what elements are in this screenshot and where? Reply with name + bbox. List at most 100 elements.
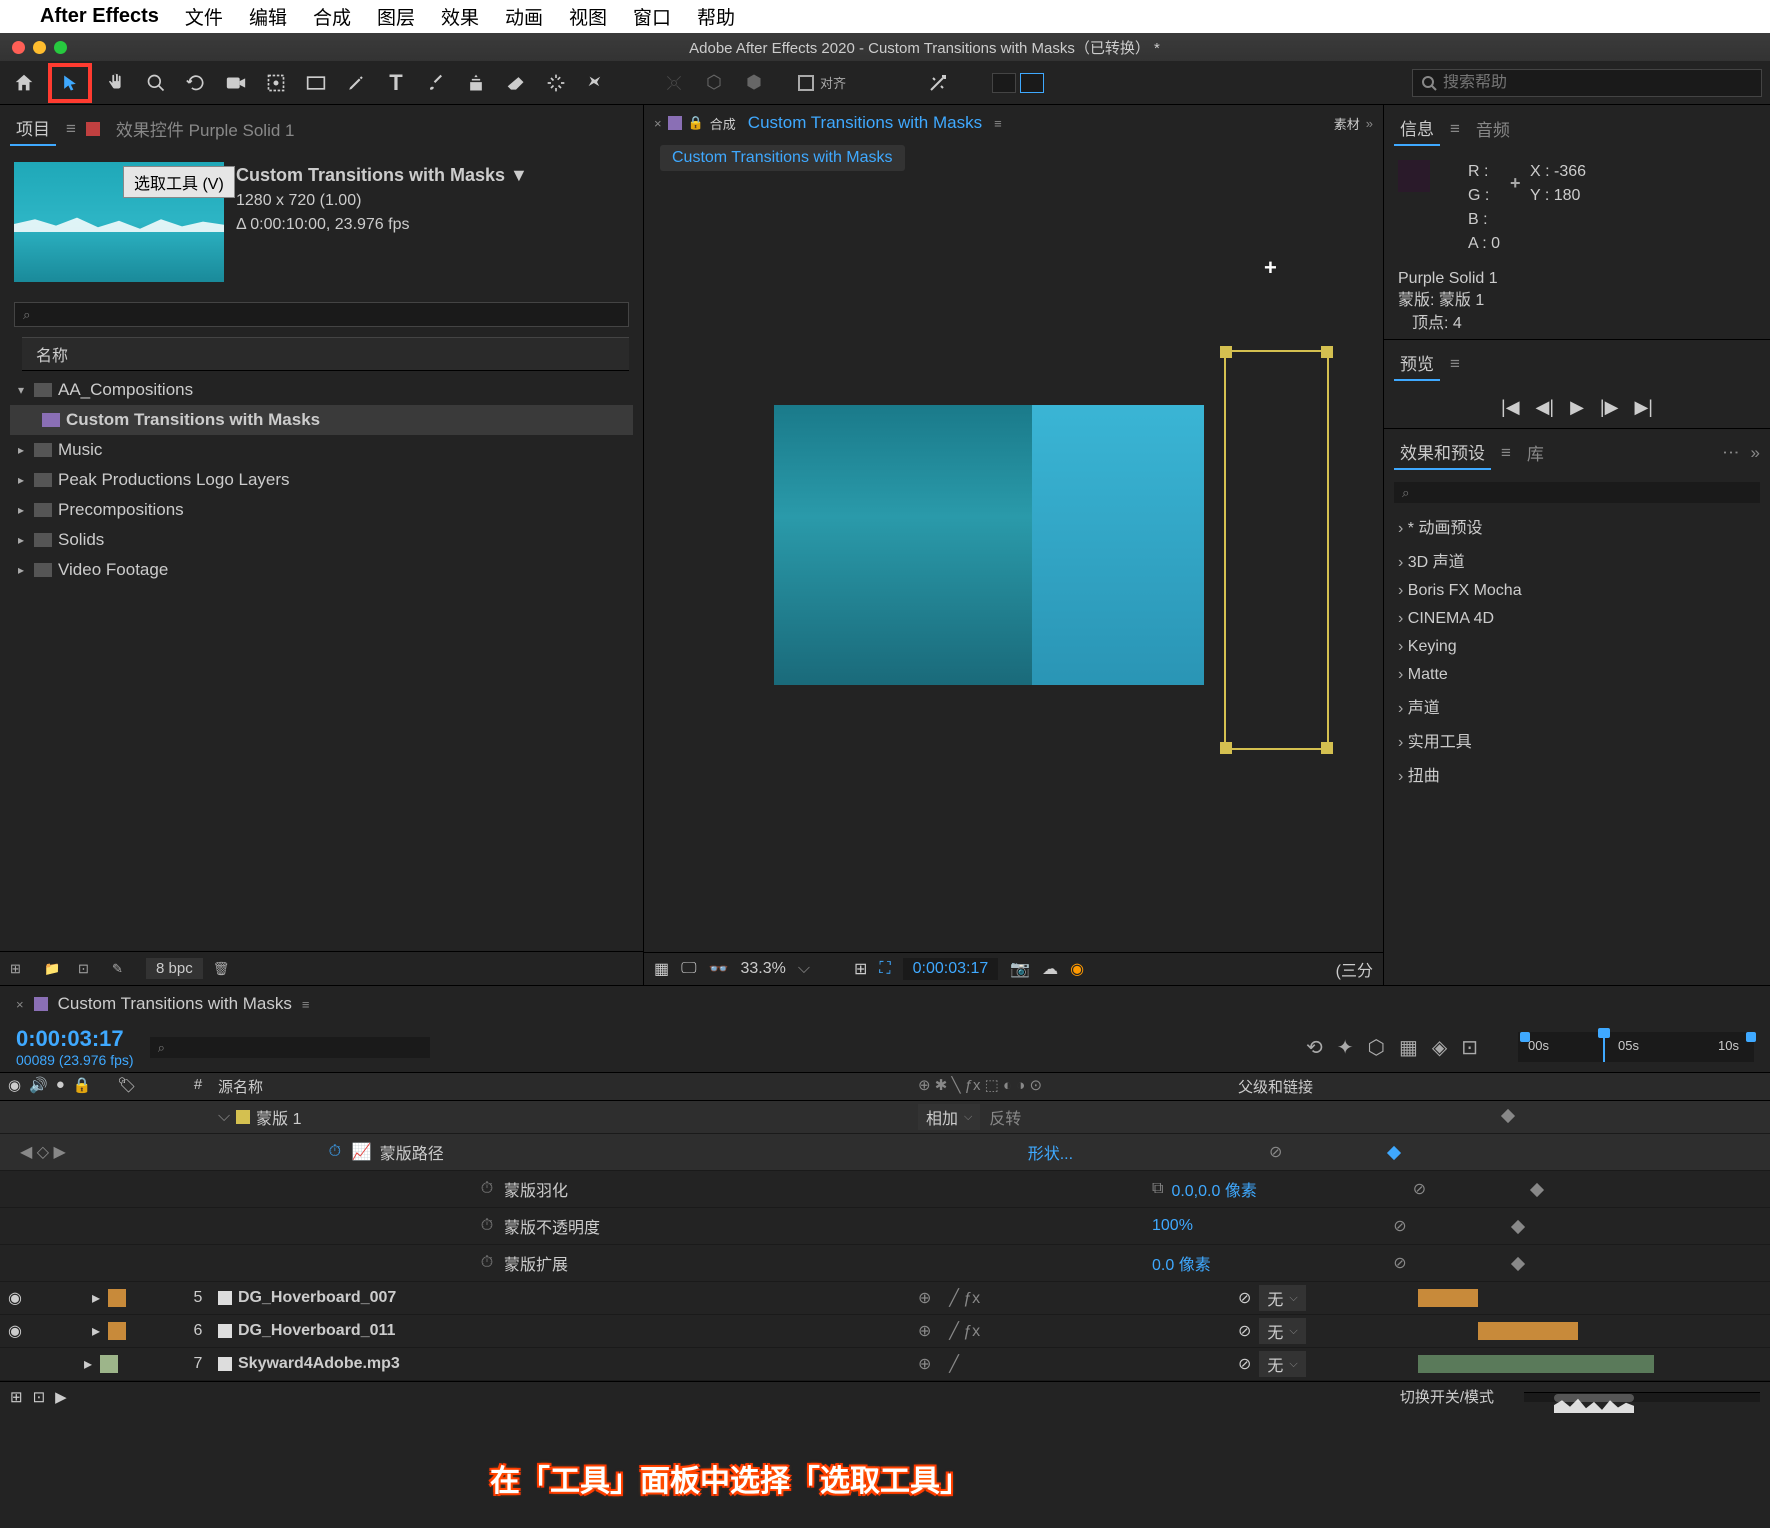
close-window-button[interactable] (12, 41, 25, 54)
link-icon[interactable]: ⊘ (1256, 1142, 1296, 1162)
effect-category[interactable]: 扭曲 (1384, 757, 1770, 791)
project-col-name[interactable]: 名称 (22, 337, 629, 371)
layer-row[interactable]: ◉▸ 6 DG_Hoverboard_011 ⊕ ╱ ƒх ⊘无 (0, 1315, 1770, 1348)
new-folder-icon[interactable]: 📁 (44, 961, 68, 977)
zoom-window-button[interactable] (54, 41, 67, 54)
next-frame-button[interactable]: |▶ (1600, 397, 1619, 418)
grid-icon[interactable]: ⊞ (854, 959, 867, 979)
effect-category[interactable]: Matte (1384, 661, 1770, 689)
tab-audio[interactable]: 音频 (1470, 112, 1516, 145)
last-frame-button[interactable]: ▶| (1634, 397, 1653, 418)
selection-tool[interactable] (48, 63, 92, 103)
tree-item-folder[interactable]: ▸Peak Productions Logo Layers (10, 465, 633, 495)
graph-icon[interactable]: 📈 (352, 1142, 372, 1162)
timeline-search[interactable] (150, 1037, 430, 1058)
comp-canvas[interactable] (774, 405, 1204, 685)
menu-composition[interactable]: 合成 (313, 3, 351, 30)
rotation-tool[interactable] (180, 67, 212, 99)
stopwatch-icon[interactable]: ⏱ (478, 1254, 496, 1272)
first-frame-button[interactable]: |◀ (1501, 397, 1520, 418)
help-search[interactable] (1412, 69, 1762, 97)
effect-category[interactable]: 3D 声道 (1384, 543, 1770, 577)
clone-stamp-tool[interactable] (460, 67, 492, 99)
home-button[interactable] (8, 67, 40, 99)
panel-menu-icon[interactable]: ≡ (994, 116, 1002, 131)
viewer-timecode[interactable]: 0:00:03:17 (903, 958, 999, 980)
project-search[interactable] (14, 302, 629, 327)
mask-invert[interactable]: 反转 (989, 1111, 1021, 1128)
timeline-search-input[interactable] (158, 1040, 422, 1055)
tl-icon-6[interactable]: ⊡ (1461, 1035, 1478, 1060)
menu-window[interactable]: 窗口 (633, 3, 671, 30)
zoom-level[interactable]: 33.3% (740, 960, 785, 978)
timeline-ruler[interactable]: 00s 05s 10s (1518, 1032, 1754, 1062)
parent-dropdown[interactable]: 无 (1259, 1351, 1305, 1377)
type-tool[interactable]: T (380, 67, 412, 99)
col-number[interactable]: # (178, 1076, 218, 1097)
tl-icon-2[interactable]: ✦ (1337, 1035, 1354, 1060)
expand-icon[interactable]: » (1366, 116, 1373, 131)
tree-item-comp[interactable]: Custom Transitions with Masks (10, 405, 633, 435)
tab-info[interactable]: 信息 (1394, 111, 1440, 146)
monitor-icon[interactable]: 🖵 (681, 960, 696, 978)
link-icon[interactable]: ⊘ (1238, 1321, 1251, 1341)
app-name[interactable]: After Effects (40, 5, 159, 28)
mask-expansion-value[interactable]: 0.0 像素 (1152, 1251, 1372, 1275)
tree-item-folder[interactable]: ▸Solids (10, 525, 633, 555)
tab-libraries[interactable]: 库 (1521, 436, 1550, 469)
wand-icon[interactable] (922, 67, 954, 99)
snapping-toggle[interactable]: 对齐 (798, 73, 846, 92)
layer-row[interactable]: ▸ 7 Skyward4Adobe.mp3 ⊕ ╱ ⊘无 (0, 1348, 1770, 1381)
panel-menu-icon[interactable]: ≡ (66, 119, 76, 139)
layer-row-mask[interactable]: ⌵蒙版 1 相加 反转 (0, 1101, 1770, 1134)
menu-animation[interactable]: 动画 (505, 3, 543, 30)
tab-preview[interactable]: 预览 (1394, 346, 1440, 381)
tree-item-folder[interactable]: ▸Music (10, 435, 633, 465)
col-solo-icon[interactable]: ● (56, 1076, 65, 1097)
link-icon[interactable]: ⊘ (1238, 1354, 1251, 1374)
minimize-window-button[interactable] (33, 41, 46, 54)
tl-icon-4[interactable]: ▦ (1399, 1035, 1418, 1060)
puppet-pin-tool[interactable] (580, 67, 612, 99)
effect-category[interactable]: 声道 (1384, 689, 1770, 723)
mask-feather-value[interactable]: 0.0,0.0 像素 (1171, 1177, 1391, 1201)
region-icon[interactable]: ⛶ (879, 960, 890, 978)
visibility-toggle[interactable]: ◉ (8, 1321, 26, 1341)
comp-breadcrumb[interactable]: Custom Transitions with Masks (660, 145, 905, 171)
mask-prop-row[interactable]: ⏱蒙版扩展0.0 像素⊘ (0, 1245, 1770, 1282)
tl-icon-1[interactable]: ⟲ (1306, 1035, 1323, 1060)
adjust-icon[interactable]: ✎ (112, 961, 136, 977)
effect-category[interactable]: Boris FX Mocha (1384, 577, 1770, 605)
timeline-zoom-scrollbar[interactable] (1524, 1392, 1760, 1402)
tl-footer-icon[interactable]: ▶ (55, 1388, 67, 1406)
footage-tab[interactable]: 素材 (1334, 114, 1360, 133)
project-bpc[interactable]: 8 bpc (146, 958, 203, 979)
tree-item-folder[interactable]: ▸Precompositions (10, 495, 633, 525)
rectangle-tool[interactable] (300, 67, 332, 99)
res-icon[interactable]: ▦ (654, 959, 669, 979)
workspace-icon-2[interactable] (1020, 73, 1044, 93)
parent-dropdown[interactable]: 无 (1259, 1285, 1305, 1311)
layer-bar[interactable] (1418, 1355, 1654, 1373)
link-icon[interactable]: ⊘ (1399, 1179, 1439, 1199)
col-label-icon[interactable]: 🏷 (118, 1076, 137, 1097)
color-mgmt-icon[interactable]: ◉ (1070, 959, 1084, 979)
effects-search[interactable] (1394, 482, 1760, 503)
menu-layer[interactable]: 图层 (377, 3, 415, 30)
mask-path-value[interactable]: 形状... (1028, 1140, 1248, 1164)
effect-category[interactable]: 实用工具 (1384, 723, 1770, 757)
menu-edit[interactable]: 编辑 (249, 3, 287, 30)
composition-viewer[interactable]: + (644, 175, 1383, 952)
interpret-footage-icon[interactable]: ⊞ (10, 961, 34, 977)
share-icon[interactable]: ☁ (1042, 959, 1058, 979)
prev-frame-button[interactable]: ◀| (1536, 397, 1555, 418)
zoom-tool[interactable] (140, 67, 172, 99)
mask-selection-box[interactable] (1224, 350, 1329, 750)
tl-icon-3[interactable]: ⬡ (1367, 1035, 1384, 1060)
tl-footer-icon[interactable]: ⊞ (10, 1388, 23, 1406)
play-button[interactable]: ▶ (1570, 397, 1584, 418)
comp-name[interactable]: Custom Transitions with Masks ▼ (236, 162, 528, 189)
tl-footer-icon[interactable]: ⊡ (33, 1388, 46, 1406)
mask-prop-row[interactable]: ⏱蒙版羽化⧉ 0.0,0.0 像素⊘ (0, 1171, 1770, 1208)
hand-tool[interactable] (100, 67, 132, 99)
